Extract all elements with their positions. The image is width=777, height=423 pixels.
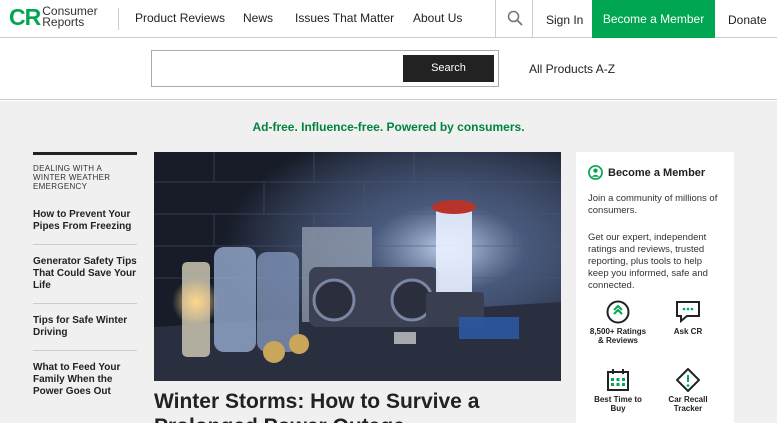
nav-news[interactable]: News	[243, 11, 273, 25]
sidebar-link-generator[interactable]: Generator Safety Tips That Could Save Yo…	[33, 256, 137, 304]
cr-logo[interactable]: CR Consumer Reports	[9, 4, 98, 30]
nav-issues-that-matter[interactable]: Issues That Matter	[295, 11, 394, 25]
sidebar-link-food[interactable]: What to Feed Your Family When the Power …	[33, 362, 137, 409]
search-toggle-button[interactable]	[495, 0, 533, 38]
sidebar-link-pipes[interactable]: How to Prevent Your Pipes From Freezing	[33, 209, 137, 245]
logo-line-2: Reports	[42, 15, 85, 29]
search-icon	[507, 10, 523, 26]
chat-icon	[676, 301, 700, 324]
tagline: Ad-free. Influence-free. Powered by cons…	[252, 120, 525, 134]
logo-mark: CR	[9, 4, 41, 30]
member-card-intro: Join a community of millions of consumer…	[588, 193, 718, 216]
main-content: Ad-free. Influence-free. Powered by cons…	[0, 101, 777, 423]
search-band: Search All Products A-Z	[0, 38, 777, 100]
emergency-supplies-photo	[154, 152, 561, 381]
nav-about-us[interactable]: About Us	[413, 11, 462, 25]
member-card-title: Become a Member	[608, 166, 706, 179]
become-member-button[interactable]: Become a Member	[592, 0, 715, 38]
sign-in-link[interactable]: Sign In	[546, 13, 583, 27]
search-box: Search	[151, 50, 499, 87]
sidebar-link-driving[interactable]: Tips for Safe Winter Driving	[33, 315, 137, 351]
article-title[interactable]: Winter Storms: How to Survive a Prolonge…	[154, 389, 564, 423]
feature-ask-cr[interactable]: Ask CR	[658, 300, 718, 336]
ratings-icon	[606, 300, 630, 324]
nav-product-reviews[interactable]: Product Reviews	[135, 11, 225, 25]
feature-recall-tracker[interactable]: Car Recall Tracker	[658, 368, 718, 413]
search-button[interactable]: Search	[403, 55, 494, 82]
search-input[interactable]	[156, 55, 396, 82]
hero-image[interactable]	[154, 152, 561, 381]
member-badge-icon	[588, 165, 603, 180]
sidebar-heading: DEALING WITH A WINTER WEATHER EMERGENCY	[33, 164, 111, 191]
feature-ratings[interactable]: 8,500+ Ratings & Reviews	[588, 300, 648, 345]
calendar-icon	[607, 369, 629, 391]
member-card-description: Get our expert, independent ratings and …	[588, 232, 708, 291]
warning-icon	[676, 368, 700, 392]
sidebar: DEALING WITH A WINTER WEATHER EMERGENCY …	[33, 152, 137, 420]
nav-divider	[118, 8, 119, 30]
feature-best-time[interactable]: Best Time to Buy	[588, 368, 648, 413]
donate-link[interactable]: Donate	[728, 13, 767, 27]
member-card: Become a Member Join a community of mill…	[576, 152, 734, 423]
all-products-link[interactable]: All Products A-Z	[529, 62, 615, 76]
top-nav: CR Consumer Reports Product Reviews News…	[0, 0, 777, 38]
